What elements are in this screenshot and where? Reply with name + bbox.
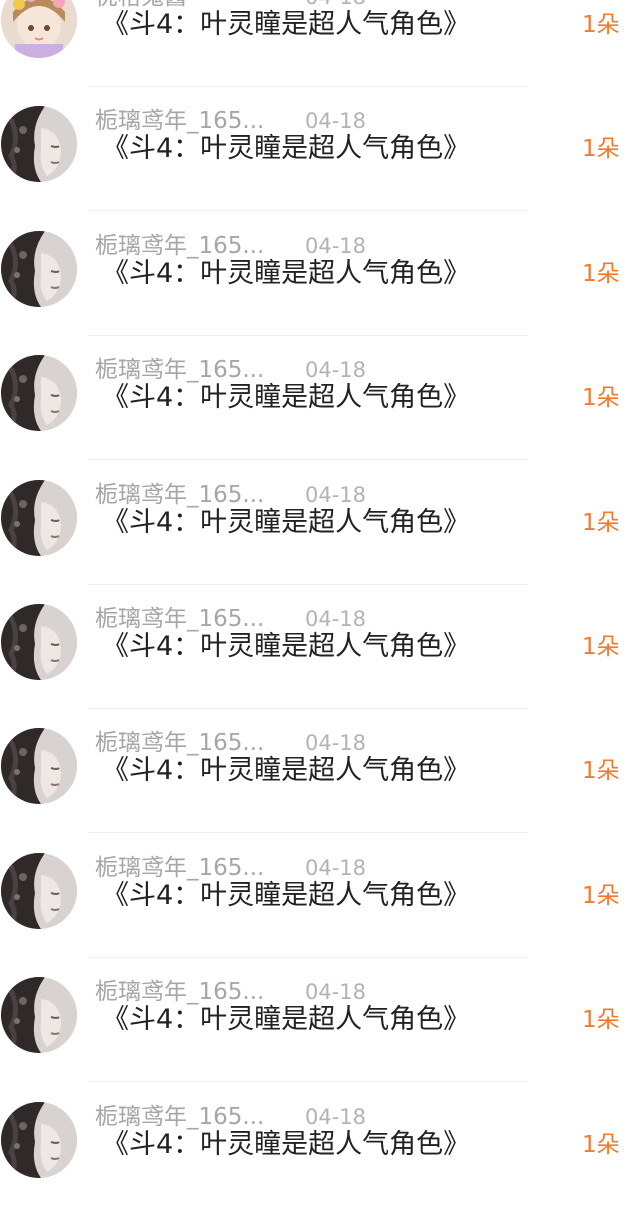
gift-record-row[interactable]: 栀璃鸢年_165... 04-18 《斗4：叶灵瞳是超人气角色》 1朵 — [0, 230, 640, 355]
flower-count: 1朵 — [582, 12, 620, 38]
row-divider — [88, 459, 528, 461]
flower-count: 1朵 — [582, 509, 620, 536]
row-divider — [88, 210, 528, 212]
book-title: 《斗4：叶灵瞳是超人气角色》 — [102, 506, 471, 538]
row-divider — [88, 956, 528, 958]
row-divider — [88, 1081, 528, 1083]
flower-count: 1朵 — [582, 882, 620, 909]
user-avatar[interactable] — [1, 355, 77, 432]
flower-count: 1朵 — [582, 634, 620, 660]
book-title: 《斗4：叶灵瞳是超人气角色》 — [102, 133, 471, 165]
row-divider — [88, 708, 528, 709]
flower-count: 1朵 — [582, 260, 620, 287]
book-title: 《斗4：叶灵瞳是超人气角色》 — [102, 257, 471, 289]
row-divider — [88, 86, 528, 87]
user-avatar[interactable] — [1, 852, 77, 929]
user-avatar[interactable] — [1, 1101, 77, 1178]
gift-record-row[interactable]: 栀璃鸢年_165... 04-18 《斗4：叶灵瞳是超人气角色》 1朵 — [0, 355, 640, 479]
gift-record-row[interactable]: 栀璃鸢年_165... 04-18 《斗4：叶灵瞳是超人气角色》 1朵 — [0, 1101, 640, 1226]
book-title: 《斗4：叶灵瞳是超人气角色》 — [102, 382, 471, 414]
row-divider — [88, 334, 528, 336]
row-divider — [88, 832, 528, 834]
flower-count: 1朵 — [582, 758, 620, 785]
gift-record-row[interactable]: 栀璃鸢年_165... 04-18 《斗4：叶灵瞳是超人气角色》 1朵 — [0, 479, 640, 604]
gift-record-row[interactable]: 栀璃鸢年_165... 04-18 《斗4：叶灵瞳是超人气角色》 1朵 — [0, 604, 640, 728]
book-title: 《斗4：叶灵瞳是超人气角色》 — [102, 755, 471, 787]
user-avatar[interactable] — [1, 230, 77, 307]
gift-record-row[interactable]: 栀璃鸢年_165... 04-18 《斗4：叶灵瞳是超人气角色》 1朵 — [0, 728, 640, 852]
flower-count: 1朵 — [582, 1007, 620, 1034]
user-avatar[interactable] — [1, 977, 77, 1054]
book-title: 《斗4：叶灵瞳是超人气角色》 — [102, 1128, 471, 1160]
gift-record-list: 忧格鬼酱04-18《斗4：叶灵瞳是超人气角色》1朵栀璃鸢年_165...04-1… — [0, 0, 640, 1184]
book-title: 《斗4：叶灵瞳是超人气角色》 — [102, 879, 471, 911]
flower-count: 1朵 — [582, 136, 620, 163]
gift-record-row[interactable]: 忧格鬼酱04-18《斗4：叶灵瞳是超人气角色》1朵 — [0, 0, 640, 106]
user-avatar[interactable] — [1, 106, 77, 183]
row-divider — [88, 583, 528, 585]
book-title: 《斗4：叶灵瞳是超人气角色》 — [102, 1004, 471, 1036]
gift-record-row[interactable]: 栀璃鸢年_165... 04-18 《斗4：叶灵瞳是超人气角色》 1朵 — [0, 106, 640, 230]
gift-record-row[interactable]: 栀璃鸢年_165... 04-18 《斗4：叶灵瞳是超人气角色》 1朵 — [0, 977, 640, 1101]
flower-count: 1朵 — [582, 1131, 620, 1158]
user-avatar[interactable] — [1, 0, 77, 58]
flower-count: 1朵 — [582, 385, 620, 412]
user-avatar[interactable] — [1, 728, 77, 805]
book-title: 《斗4：叶灵瞳是超人气角色》 — [102, 9, 471, 40]
book-title: 《斗4：叶灵瞳是超人气角色》 — [102, 631, 471, 662]
user-avatar[interactable] — [1, 479, 77, 556]
user-avatar[interactable] — [1, 604, 77, 680]
gift-record-row[interactable]: 栀璃鸢年_165... 04-18 《斗4：叶灵瞳是超人气角色》 1朵 — [0, 852, 640, 977]
